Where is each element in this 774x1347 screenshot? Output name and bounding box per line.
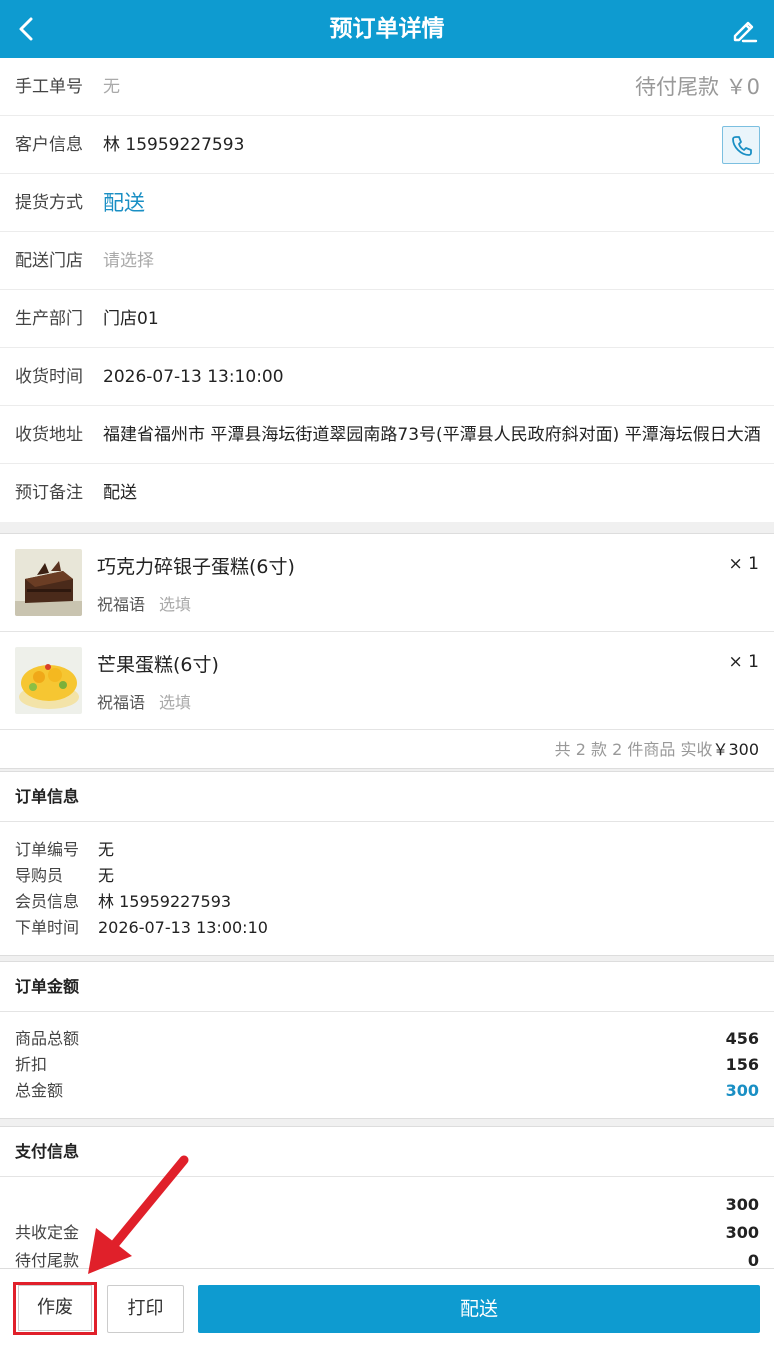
amount-row: 折扣 156 [15, 1052, 759, 1078]
phone-icon [732, 136, 752, 156]
pickup-label: 提货方式 [15, 193, 83, 213]
blessing-label: 祝福语 [97, 595, 146, 614]
remark-row: 预订备注 配送 [0, 464, 774, 522]
blessing-field[interactable]: 祝福语 选填 [97, 591, 191, 615]
product-name: 巧克力碎银子蛋糕(6寸) [97, 556, 295, 578]
goods-total-value: 456 [725, 1029, 759, 1048]
order-no-value: 无 [98, 840, 115, 859]
print-button[interactable]: 打印 [107, 1285, 184, 1333]
order-amount-title: 订单金额 [0, 962, 774, 1012]
pay-row: 300 [15, 1191, 759, 1219]
pickup-method-select[interactable]: 配送 [103, 174, 760, 232]
store-select[interactable]: 请选择 [103, 232, 760, 290]
guide-label: 导购员 [15, 866, 64, 885]
product-image-chocolate-cake [15, 549, 82, 616]
pay-info-title: 支付信息 [0, 1127, 774, 1177]
goods-summary-text: 共 2 款 2 件商品 实收 [554, 740, 713, 759]
dept-value[interactable]: 门店01 [103, 290, 760, 348]
deposit-value: 300 [725, 1223, 759, 1242]
store-label: 配送门店 [15, 251, 83, 271]
goods-summary: 共 2 款 2 件商品 实收￥300 [0, 730, 774, 769]
order-info-section: 订单信息 订单编号无 导购员 无 会员信息林 15959227593 下单时间 20… [0, 771, 774, 956]
blessing-input[interactable]: 选填 [159, 693, 191, 712]
customer-value: 林 15959227593 [103, 135, 245, 155]
member-label: 会员信息 [15, 892, 80, 911]
address-row: 收货地址 福建省福州市 平潭县海坛街道翠园南路73号(平潭县人民政府斜对面) 平… [0, 406, 774, 464]
balance-label: 待付尾款 [15, 1251, 80, 1268]
address-value[interactable]: 福建省福州市 平潭县海坛街道翠园南路73号(平潭县人民政府斜对面) 平潭海坛假日… [103, 406, 760, 464]
amount-row: 商品总额 456 [15, 1026, 759, 1052]
list-item: 芒果蛋糕(6寸) 祝福语 选填 × 1 [0, 632, 774, 730]
receive-time-value[interactable]: 2026-07-13 13:10:00 [103, 348, 760, 406]
blessing-input[interactable]: 选填 [159, 595, 191, 614]
pay-info-section: 支付信息 300 共收定金 300 待付尾款 0 [0, 1126, 774, 1268]
page-title: 预订单详情 [329, 16, 445, 42]
product-name: 芒果蛋糕(6寸) [97, 654, 219, 676]
order-no-label: 订单编号 [15, 840, 80, 859]
order-info-row: 导购员 无 [15, 863, 759, 889]
remark-value[interactable]: 配送 [103, 464, 760, 522]
order-info-title: 订单信息 [0, 772, 774, 822]
member-value: 林 15959227593 [98, 892, 232, 911]
pay-row: 共收定金 300 [15, 1219, 759, 1247]
goods-summary-amount: ￥300 [712, 740, 759, 759]
guide-value: 无 [98, 866, 115, 885]
pickup-row: 提货方式 配送 [0, 174, 774, 232]
customer-row: 客户信息 林 15959227593 [0, 116, 774, 174]
order-amount-section: 订单金额 商品总额 456 折扣 156 总金额 300 [0, 961, 774, 1119]
dept-label: 生产部门 [15, 309, 83, 329]
product-qty: × 1 [728, 554, 759, 574]
manual-no-value[interactable]: 无 [103, 58, 554, 116]
receive-time-row: 收货时间 2026-07-13 13:10:00 [0, 348, 774, 406]
call-customer-button[interactable] [722, 126, 760, 164]
order-form: 手工单号 无 待付尾款 ￥0 客户信息 林 15959227593 提货方式 配… [0, 58, 774, 522]
order-time-label: 下单时间 [15, 918, 80, 937]
manual-no-label: 手工单号 [15, 77, 83, 97]
pay-row: 待付尾款 0 [15, 1247, 759, 1268]
grand-total-value: 300 [725, 1081, 759, 1100]
dept-row: 生产部门 门店01 [0, 290, 774, 348]
goods-list: 巧克力碎银子蛋糕(6寸) 祝福语 选填 × 1 芒果蛋糕(6寸) 祝福语 选填 × … [0, 533, 774, 769]
balance-due: 待付尾款 ￥0 [634, 75, 760, 99]
order-time-value: 2026-07-13 13:00:10 [98, 918, 268, 937]
discount-value: 156 [725, 1055, 759, 1074]
grand-total-label: 总金额 [15, 1081, 64, 1100]
bottom-action-bar: 作废 打印 配送 [0, 1268, 774, 1347]
order-info-row: 会员信息林 15959227593 [15, 889, 759, 915]
discount-label: 折扣 [15, 1055, 48, 1074]
order-info-row: 订单编号无 [15, 837, 759, 863]
blessing-label: 祝福语 [97, 693, 146, 712]
product-qty: × 1 [728, 652, 759, 672]
product-image-mango-cake [15, 647, 82, 714]
goods-total-label: 商品总额 [15, 1029, 80, 1048]
customer-label: 客户信息 [15, 135, 83, 155]
store-row: 配送门店 请选择 [0, 232, 774, 290]
deposit-label: 共收定金 [15, 1223, 80, 1242]
void-button-highlight-box [13, 1282, 97, 1335]
deliver-button[interactable]: 配送 [198, 1285, 760, 1333]
receive-time-label: 收货时间 [15, 367, 83, 387]
remark-label: 预订备注 [15, 483, 83, 503]
blessing-field[interactable]: 祝福语 选填 [97, 689, 191, 713]
top-bar: 预订单详情 [0, 0, 774, 58]
edit-pencil-icon[interactable] [728, 13, 760, 45]
balance-value: 0 [747, 1251, 759, 1268]
list-item: 巧克力碎银子蛋糕(6寸) 祝福语 选填 × 1 [0, 534, 774, 632]
amount-row: 总金额 300 [15, 1078, 759, 1104]
address-label: 收货地址 [15, 425, 83, 445]
pay-value: 300 [725, 1195, 759, 1214]
order-info-row: 下单时间 2026-07-13 13:00:10 [15, 915, 759, 941]
manual-no-row: 手工单号 无 待付尾款 ￥0 [0, 58, 774, 116]
